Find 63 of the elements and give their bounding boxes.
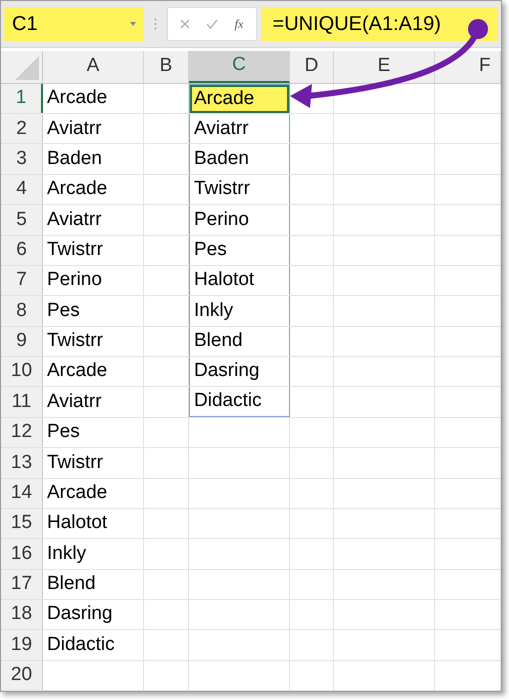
column-header[interactable]: C (189, 50, 290, 83)
table-cell: Didactic (43, 630, 144, 660)
row-header[interactable]: 18 (1, 600, 43, 630)
table-cell: Aviatrr (43, 114, 144, 144)
row-header[interactable]: 14 (1, 478, 43, 508)
formula-field[interactable]: =UNIQUE(A1:A19) (260, 6, 498, 41)
table-cell: Aviatrr (43, 205, 144, 235)
name-box[interactable]: C1 (4, 6, 144, 41)
row-header[interactable]: 13 (1, 448, 43, 478)
table-cell: Dasring (189, 356, 290, 386)
cancel-icon[interactable] (180, 18, 190, 29)
row-header[interactable]: 19 (1, 630, 43, 660)
column-header[interactable]: A (43, 50, 144, 83)
triangle-icon (15, 56, 39, 80)
table-cell: Dasring (43, 600, 144, 630)
table-cell: Twistrr (43, 236, 144, 265)
row-header[interactable]: 1 (1, 84, 43, 114)
table-cell: Blend (189, 326, 290, 356)
row-header[interactable]: 4 (1, 174, 43, 204)
checkmark-icon[interactable] (206, 18, 218, 29)
dropdown-caret-icon[interactable] (130, 22, 136, 26)
table-cell: Perino (189, 205, 290, 235)
table-cell: Halotot (43, 508, 144, 538)
table-cell: Pes (43, 418, 144, 448)
grip-icon (154, 18, 157, 30)
row-header[interactable]: 11 (1, 387, 43, 417)
table-cell: Arcade (43, 174, 144, 204)
table-cell: Didactic (189, 387, 290, 417)
table-cell: Pes (43, 296, 144, 326)
table-cell: Inkly (189, 296, 290, 326)
row-header[interactable]: 15 (1, 508, 43, 538)
table-cell: Twistrr (43, 448, 144, 478)
row-header[interactable]: 7 (1, 266, 43, 296)
row-header[interactable]: 5 (1, 205, 43, 235)
table-cell: Pes (189, 236, 290, 265)
table-cell: Arcade (43, 84, 144, 114)
table-cell: Aviatrr (43, 387, 144, 417)
table-cell: Baden (43, 144, 144, 174)
column-header[interactable]: F (435, 50, 501, 83)
insert-function-button[interactable]: fx (234, 14, 244, 33)
table-cell: Twistrr (189, 174, 290, 204)
row-header[interactable]: 3 (1, 144, 43, 174)
row-header[interactable]: 12 (1, 418, 43, 448)
table-cell: Inkly (43, 539, 144, 569)
row-header[interactable]: 8 (1, 296, 43, 326)
table-cell: Arcade (43, 478, 144, 508)
row-header[interactable]: 6 (1, 236, 43, 265)
row-header[interactable]: 20 (1, 660, 43, 690)
table-cell: Baden (189, 144, 290, 174)
table-cell: Arcade (189, 84, 290, 114)
row-header[interactable]: 10 (1, 356, 43, 386)
row-header[interactable]: 9 (1, 326, 43, 356)
table-cell: Blend (43, 570, 144, 599)
column-header[interactable]: E (334, 50, 435, 83)
table-cell: Arcade (43, 356, 144, 386)
row-header[interactable]: 2 (1, 114, 43, 144)
row-header[interactable]: 17 (1, 570, 43, 599)
row-header[interactable]: 16 (1, 539, 43, 569)
table-cell: Perino (43, 266, 144, 296)
table-cell: Halotot (189, 266, 290, 296)
table-cell: Aviatrr (189, 114, 290, 144)
table-cell: Twistrr (43, 326, 144, 356)
column-header[interactable]: D (290, 50, 334, 83)
